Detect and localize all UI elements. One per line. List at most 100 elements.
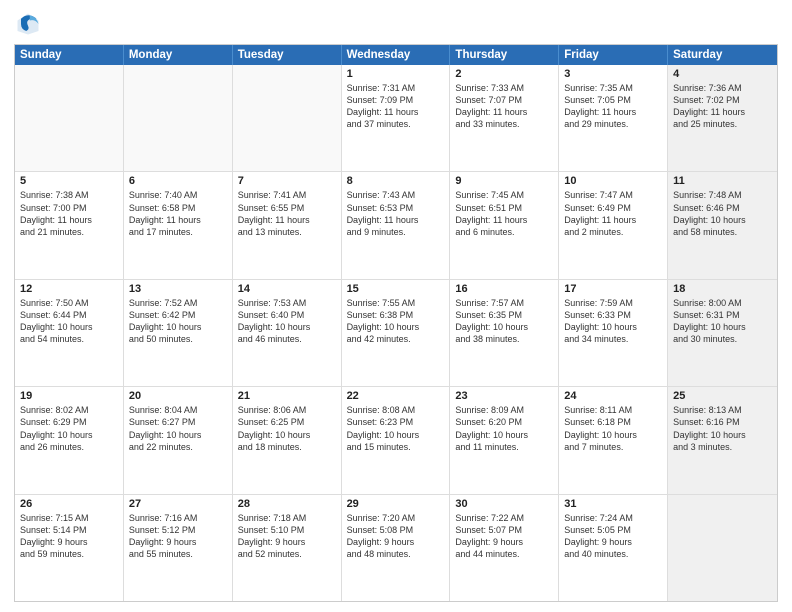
cal-cell-empty-0-2	[233, 65, 342, 171]
cal-row-3: 19 Sunrise: 8:02 AM Sunset: 6:29 PM Dayli…	[15, 386, 777, 493]
cell-details: Sunrise: 7:18 AM Sunset: 5:10 PM Dayligh…	[238, 512, 336, 561]
cell-details: Sunrise: 7:38 AM Sunset: 7:00 PM Dayligh…	[20, 189, 118, 238]
day-number: 23	[455, 390, 553, 402]
calendar-header: SundayMondayTuesdayWednesdayThursdayFrid…	[15, 45, 777, 65]
day-number: 4	[673, 68, 772, 80]
cal-row-0: 1 Sunrise: 7:31 AM Sunset: 7:09 PM Daylig…	[15, 65, 777, 171]
cal-cell-empty-0-1	[124, 65, 233, 171]
day-number: 11	[673, 175, 772, 187]
cal-cell-20: 20 Sunrise: 8:04 AM Sunset: 6:27 PM Dayli…	[124, 387, 233, 493]
cell-details: Sunrise: 8:04 AM Sunset: 6:27 PM Dayligh…	[129, 404, 227, 453]
day-number: 26	[20, 498, 118, 510]
cell-details: Sunrise: 7:52 AM Sunset: 6:42 PM Dayligh…	[129, 297, 227, 346]
cell-details: Sunrise: 7:55 AM Sunset: 6:38 PM Dayligh…	[347, 297, 445, 346]
cal-cell-4: 4 Sunrise: 7:36 AM Sunset: 7:02 PM Daylig…	[668, 65, 777, 171]
cal-cell-15: 15 Sunrise: 7:55 AM Sunset: 6:38 PM Dayli…	[342, 280, 451, 386]
day-number: 27	[129, 498, 227, 510]
cell-details: Sunrise: 7:41 AM Sunset: 6:55 PM Dayligh…	[238, 189, 336, 238]
cell-details: Sunrise: 8:00 AM Sunset: 6:31 PM Dayligh…	[673, 297, 772, 346]
cell-details: Sunrise: 7:43 AM Sunset: 6:53 PM Dayligh…	[347, 189, 445, 238]
header-day-sunday: Sunday	[15, 45, 124, 65]
cell-details: Sunrise: 7:59 AM Sunset: 6:33 PM Dayligh…	[564, 297, 662, 346]
logo-icon	[14, 10, 42, 38]
cal-cell-5: 5 Sunrise: 7:38 AM Sunset: 7:00 PM Daylig…	[15, 172, 124, 278]
day-number: 29	[347, 498, 445, 510]
header-day-friday: Friday	[559, 45, 668, 65]
cell-details: Sunrise: 7:36 AM Sunset: 7:02 PM Dayligh…	[673, 82, 772, 131]
cal-row-1: 5 Sunrise: 7:38 AM Sunset: 7:00 PM Daylig…	[15, 171, 777, 278]
logo	[14, 10, 46, 38]
cal-cell-6: 6Sunrise: 7:40 AM Sunset: 6:58 PM Daylig…	[124, 172, 233, 278]
header-day-monday: Monday	[124, 45, 233, 65]
calendar-body: 1 Sunrise: 7:31 AM Sunset: 7:09 PM Daylig…	[15, 65, 777, 601]
day-number: 5	[20, 175, 118, 187]
day-number: 7	[238, 175, 336, 187]
cal-row-2: 12 Sunrise: 7:50 AM Sunset: 6:44 PM Dayli…	[15, 279, 777, 386]
cal-cell-3: 3 Sunrise: 7:35 AM Sunset: 7:05 PM Daylig…	[559, 65, 668, 171]
day-number: 8	[347, 175, 445, 187]
calendar: SundayMondayTuesdayWednesdayThursdayFrid…	[14, 44, 778, 602]
day-number: 28	[238, 498, 336, 510]
cal-cell-2: 2 Sunrise: 7:33 AM Sunset: 7:07 PM Daylig…	[450, 65, 559, 171]
day-number: 12	[20, 283, 118, 295]
cell-details: Sunrise: 7:40 AM Sunset: 6:58 PM Dayligh…	[129, 189, 227, 238]
cal-cell-30: 30Sunrise: 7:22 AM Sunset: 5:07 PM Dayli…	[450, 495, 559, 601]
day-number: 9	[455, 175, 553, 187]
day-number: 1	[347, 68, 445, 80]
cal-cell-25: 25 Sunrise: 8:13 AM Sunset: 6:16 PM Dayli…	[668, 387, 777, 493]
cell-details: Sunrise: 7:57 AM Sunset: 6:35 PM Dayligh…	[455, 297, 553, 346]
cal-cell-26: 26 Sunrise: 7:15 AM Sunset: 5:14 PM Dayli…	[15, 495, 124, 601]
day-number: 3	[564, 68, 662, 80]
cal-cell-empty-4-6	[668, 495, 777, 601]
day-number: 10	[564, 175, 662, 187]
cell-details: Sunrise: 7:47 AM Sunset: 6:49 PM Dayligh…	[564, 189, 662, 238]
day-number: 24	[564, 390, 662, 402]
cell-details: Sunrise: 8:13 AM Sunset: 6:16 PM Dayligh…	[673, 404, 772, 453]
cal-cell-24: 24 Sunrise: 8:11 AM Sunset: 6:18 PM Dayli…	[559, 387, 668, 493]
cell-details: Sunrise: 7:20 AM Sunset: 5:08 PM Dayligh…	[347, 512, 445, 561]
header-day-tuesday: Tuesday	[233, 45, 342, 65]
day-number: 2	[455, 68, 553, 80]
cal-cell-28: 28 Sunrise: 7:18 AM Sunset: 5:10 PM Dayli…	[233, 495, 342, 601]
cell-details: Sunrise: 8:08 AM Sunset: 6:23 PM Dayligh…	[347, 404, 445, 453]
cal-cell-13: 13 Sunrise: 7:52 AM Sunset: 6:42 PM Dayli…	[124, 280, 233, 386]
cal-cell-27: 27 Sunrise: 7:16 AM Sunset: 5:12 PM Dayli…	[124, 495, 233, 601]
cal-cell-7: 7 Sunrise: 7:41 AM Sunset: 6:55 PM Daylig…	[233, 172, 342, 278]
cal-cell-9: 9Sunrise: 7:45 AM Sunset: 6:51 PM Daylig…	[450, 172, 559, 278]
day-number: 15	[347, 283, 445, 295]
cell-details: Sunrise: 8:02 AM Sunset: 6:29 PM Dayligh…	[20, 404, 118, 453]
cal-cell-23: 23Sunrise: 8:09 AM Sunset: 6:20 PM Dayli…	[450, 387, 559, 493]
cell-details: Sunrise: 8:06 AM Sunset: 6:25 PM Dayligh…	[238, 404, 336, 453]
day-number: 19	[20, 390, 118, 402]
page: SundayMondayTuesdayWednesdayThursdayFrid…	[0, 0, 792, 612]
day-number: 25	[673, 390, 772, 402]
cell-details: Sunrise: 7:15 AM Sunset: 5:14 PM Dayligh…	[20, 512, 118, 561]
cal-cell-17: 17 Sunrise: 7:59 AM Sunset: 6:33 PM Dayli…	[559, 280, 668, 386]
cal-cell-8: 8 Sunrise: 7:43 AM Sunset: 6:53 PM Daylig…	[342, 172, 451, 278]
cell-details: Sunrise: 8:11 AM Sunset: 6:18 PM Dayligh…	[564, 404, 662, 453]
cal-cell-11: 11 Sunrise: 7:48 AM Sunset: 6:46 PM Dayli…	[668, 172, 777, 278]
header-day-thursday: Thursday	[450, 45, 559, 65]
cell-details: Sunrise: 7:48 AM Sunset: 6:46 PM Dayligh…	[673, 189, 772, 238]
day-number: 20	[129, 390, 227, 402]
cal-cell-14: 14Sunrise: 7:53 AM Sunset: 6:40 PM Dayli…	[233, 280, 342, 386]
cal-cell-16: 16Sunrise: 7:57 AM Sunset: 6:35 PM Dayli…	[450, 280, 559, 386]
day-number: 17	[564, 283, 662, 295]
cell-details: Sunrise: 7:53 AM Sunset: 6:40 PM Dayligh…	[238, 297, 336, 346]
cell-details: Sunrise: 7:50 AM Sunset: 6:44 PM Dayligh…	[20, 297, 118, 346]
cell-details: Sunrise: 7:22 AM Sunset: 5:07 PM Dayligh…	[455, 512, 553, 561]
header-day-wednesday: Wednesday	[342, 45, 451, 65]
day-number: 21	[238, 390, 336, 402]
cell-details: Sunrise: 7:33 AM Sunset: 7:07 PM Dayligh…	[455, 82, 553, 131]
day-number: 22	[347, 390, 445, 402]
day-number: 13	[129, 283, 227, 295]
cell-details: Sunrise: 7:35 AM Sunset: 7:05 PM Dayligh…	[564, 82, 662, 131]
day-number: 31	[564, 498, 662, 510]
cal-cell-10: 10 Sunrise: 7:47 AM Sunset: 6:49 PM Dayli…	[559, 172, 668, 278]
cal-cell-19: 19 Sunrise: 8:02 AM Sunset: 6:29 PM Dayli…	[15, 387, 124, 493]
cal-cell-1: 1 Sunrise: 7:31 AM Sunset: 7:09 PM Daylig…	[342, 65, 451, 171]
cal-cell-31: 31Sunrise: 7:24 AM Sunset: 5:05 PM Dayli…	[559, 495, 668, 601]
cell-details: Sunrise: 7:31 AM Sunset: 7:09 PM Dayligh…	[347, 82, 445, 131]
cell-details: Sunrise: 7:16 AM Sunset: 5:12 PM Dayligh…	[129, 512, 227, 561]
cal-cell-18: 18Sunrise: 8:00 AM Sunset: 6:31 PM Dayli…	[668, 280, 777, 386]
